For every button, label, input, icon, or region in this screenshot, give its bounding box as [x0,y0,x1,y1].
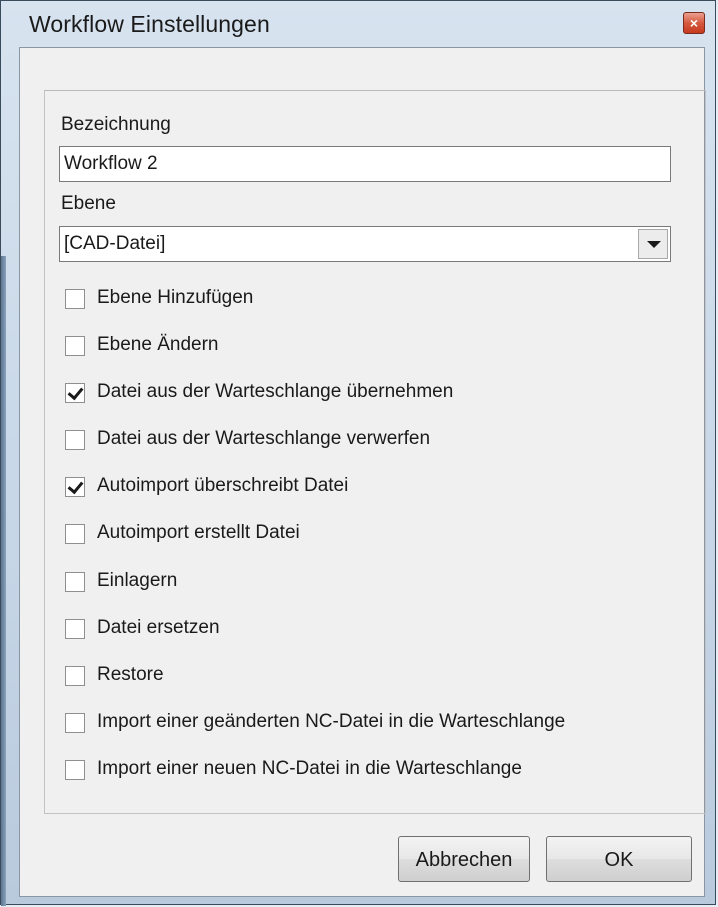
checkbox-label: Autoimport überschreibt Datei [97,475,349,496]
checkbox-label: Datei aus der Warteschlange verwerfen [97,428,431,449]
checkbox-label: Restore [97,664,164,685]
checkbox-label: Einlagern [97,570,178,591]
level-select[interactable]: [CAD-Datei] [59,226,671,262]
checkbox[interactable] [65,524,85,544]
checkbox[interactable] [65,666,85,686]
checkbox-label: Ebene Ändern [97,334,219,355]
close-button[interactable]: × [683,12,705,34]
checkbox[interactable] [65,336,85,356]
checkbox[interactable] [65,383,85,403]
cancel-button[interactable]: Abbrechen [398,836,530,882]
checkbox-label: Datei ersetzen [97,617,220,638]
checkbox[interactable] [65,760,85,780]
ok-button[interactable]: OK [546,836,692,882]
checkbox-label: Datei aus der Warteschlange übernehmen [97,381,454,402]
checkbox[interactable] [65,289,85,309]
checkbox-label: Ebene Hinzufügen [97,287,254,308]
name-input[interactable] [59,146,671,182]
chevron-down-icon[interactable] [638,229,668,259]
dialog-window: Workflow Einstellungen × Bezeichnung Ebe… [0,0,716,906]
checkbox-label: Import einer geänderten NC-Datei in die … [97,711,566,732]
checkbox-label: Autoimport erstellt Datei [97,522,300,543]
checkbox[interactable] [65,430,85,450]
dialog-client-area: Bezeichnung Ebene [CAD-Datei] Ebene Hinz… [19,47,706,897]
settings-group [44,90,706,814]
close-icon: × [689,15,699,31]
title-bar[interactable]: Workflow Einstellungen × [7,1,709,47]
level-label: Ebene [61,193,116,214]
checkbox[interactable] [65,477,85,497]
name-label: Bezeichnung [61,114,171,135]
window-title: Workflow Einstellungen [29,11,270,37]
checkbox[interactable] [65,572,85,592]
checkbox[interactable] [65,619,85,639]
level-select-value: [CAD-Datei] [64,233,166,254]
checkbox-label: Import einer neuen NC-Datei in die Warte… [97,758,522,779]
checkbox[interactable] [65,713,85,733]
